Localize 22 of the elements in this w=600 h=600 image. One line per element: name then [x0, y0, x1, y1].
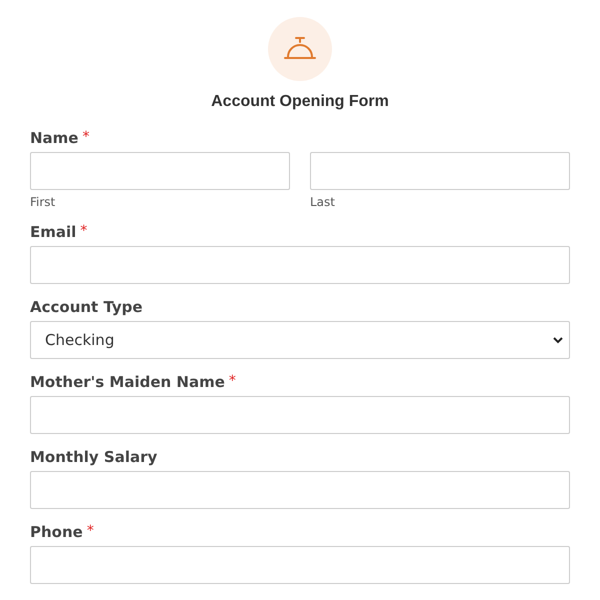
field-label: Email: [30, 223, 76, 241]
field-label: Name: [30, 129, 78, 147]
input-field[interactable]: [30, 546, 570, 584]
field-label: Mother's Maiden Name: [30, 373, 225, 391]
input-field[interactable]: [30, 396, 570, 434]
input-field[interactable]: [310, 152, 570, 190]
input-field[interactable]: [30, 152, 290, 190]
input-field[interactable]: [30, 471, 570, 509]
required-mark: *: [80, 223, 88, 241]
required-mark: *: [228, 373, 236, 391]
form-title: Account Opening Form: [211, 93, 389, 111]
field-label: Monthly Salary: [30, 448, 158, 466]
field-label: Account Type: [30, 298, 143, 316]
input-field[interactable]: [30, 246, 570, 284]
service-bell-icon: [283, 36, 317, 62]
select-field[interactable]: Checking: [30, 321, 570, 359]
required-mark: *: [86, 523, 94, 541]
required-mark: *: [82, 129, 90, 147]
sublabel: Last: [310, 195, 335, 209]
chevron-down-icon: [553, 336, 563, 344]
sublabel: First: [30, 195, 56, 209]
field-label: Phone: [30, 523, 83, 541]
